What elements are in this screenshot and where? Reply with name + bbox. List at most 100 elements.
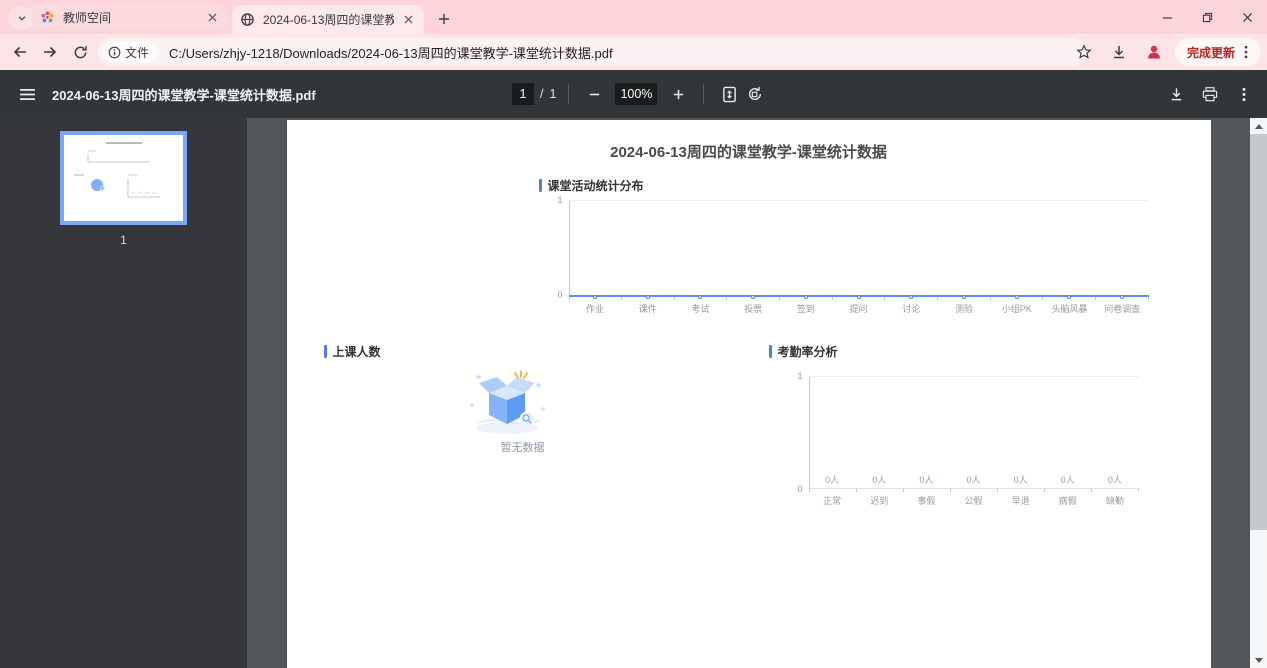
forward-button[interactable] bbox=[36, 38, 64, 66]
zoom-level-input[interactable]: 100% bbox=[615, 83, 657, 105]
section-marker-bar bbox=[324, 345, 327, 358]
browser-toolbar: 文件 C:/Users/zhjy-1218/Downloads/2024-06-… bbox=[0, 34, 1267, 70]
scroll-down-button[interactable] bbox=[1250, 652, 1267, 668]
x-axis-label: 测验 bbox=[938, 302, 991, 315]
x-axis-label: 公假 bbox=[950, 494, 997, 507]
scroll-up-button[interactable] bbox=[1250, 118, 1267, 134]
data-point-marker bbox=[569, 295, 622, 299]
axis-tick bbox=[1045, 488, 1092, 492]
forward-arrow-icon bbox=[42, 44, 58, 60]
close-icon[interactable] bbox=[400, 12, 416, 28]
x-axis-label: 迟到 bbox=[856, 494, 903, 507]
attendance-chart: 1 0 0人0人0人0人0人0人0人 正常迟到事假公假早退病假缺勤 bbox=[779, 367, 1143, 515]
data-point-marker bbox=[832, 295, 885, 299]
activity-plot-area: 作业课件考试投票签到提问讨论测验小组PK头脑风暴问卷调查 bbox=[569, 200, 1149, 297]
back-button[interactable] bbox=[6, 38, 34, 66]
x-axis-label: 投票 bbox=[727, 302, 780, 315]
restore-button[interactable] bbox=[1187, 0, 1227, 34]
finish-update-label: 完成更新 bbox=[1187, 44, 1235, 61]
zoom-in-button[interactable] bbox=[665, 81, 691, 107]
pdf-more-options-button[interactable] bbox=[1231, 81, 1257, 107]
pdf-download-button[interactable] bbox=[1163, 81, 1189, 107]
pdf-right-actions bbox=[1163, 70, 1257, 118]
bar-value-label: 0人 bbox=[1091, 473, 1138, 486]
section-attendance-analysis: 考勤率分析 bbox=[769, 343, 838, 360]
pdf-menu-button[interactable] bbox=[15, 82, 39, 106]
bar-value-label: 0人 bbox=[997, 473, 1044, 486]
toolbar-right-actions: 完成更新 bbox=[1070, 38, 1267, 66]
scrollbar-thumb[interactable] bbox=[1250, 134, 1267, 530]
data-point-marker bbox=[990, 295, 1043, 299]
thumbnail-page-number: 1 bbox=[60, 233, 187, 247]
axis-tick bbox=[904, 488, 951, 492]
profile-avatar-button[interactable] bbox=[1140, 38, 1168, 66]
zoom-out-button[interactable] bbox=[581, 81, 607, 107]
file-scheme-chip[interactable]: 文件 bbox=[102, 41, 159, 63]
activity-markers bbox=[569, 295, 1149, 299]
back-arrow-icon bbox=[12, 44, 28, 60]
data-point-marker bbox=[779, 295, 832, 299]
data-point-marker bbox=[938, 295, 991, 299]
minimize-icon bbox=[1162, 12, 1173, 23]
globe-favicon-icon bbox=[240, 12, 255, 27]
x-axis-label: 考试 bbox=[674, 302, 727, 315]
page-total: 1 bbox=[549, 87, 556, 101]
pdf-viewer-canvas: 2024-06-13周四的课堂教学-课堂统计数据 课堂活动统计分布 1 0 作业… bbox=[247, 118, 1250, 668]
bar-value-label: 0人 bbox=[903, 473, 950, 486]
data-point-marker bbox=[1096, 295, 1149, 299]
bar-value-label: 0人 bbox=[809, 473, 856, 486]
empty-state-text: 暂无数据 bbox=[463, 439, 583, 455]
x-axis-label: 缺勤 bbox=[1091, 494, 1138, 507]
url-text: C:/Users/zhjy-1218/Downloads/2024-06-13周… bbox=[169, 43, 613, 62]
axis-tick bbox=[857, 488, 904, 492]
window-controls bbox=[1147, 0, 1267, 34]
reload-button[interactable] bbox=[66, 38, 94, 66]
bar-value-label: 0人 bbox=[1044, 473, 1091, 486]
page-separator: / bbox=[540, 87, 543, 101]
close-window-button[interactable] bbox=[1227, 0, 1267, 34]
activity-chart: 1 0 作业课件考试投票签到提问讨论测验小组PK头脑风暴问卷调查 bbox=[539, 195, 1153, 325]
minimize-button[interactable] bbox=[1147, 0, 1187, 34]
attendance-plot-area: 0人0人0人0人0人0人0人 正常迟到事假公假早退病假缺勤 bbox=[809, 376, 1139, 489]
pdf-page: 2024-06-13周四的课堂教学-课堂统计数据 课堂活动统计分布 1 0 作业… bbox=[287, 120, 1211, 668]
document-title: 2024-06-13周四的课堂教学-课堂统计数据 bbox=[287, 141, 1211, 162]
address-bar[interactable]: 文件 C:/Users/zhjy-1218/Downloads/2024-06-… bbox=[98, 38, 1086, 66]
attendance-ticks bbox=[809, 488, 1139, 492]
pdf-toolbar: 2024-06-13周四的课堂教学-课堂统计数据.pdf 1 / 1 100% bbox=[0, 70, 1267, 118]
data-point-marker bbox=[727, 295, 780, 299]
x-axis-label: 作业 bbox=[569, 302, 622, 315]
divider bbox=[703, 84, 704, 104]
axis-tick bbox=[998, 488, 1045, 492]
section-class-count: 上课人数 bbox=[324, 343, 381, 360]
downloads-button[interactable] bbox=[1105, 38, 1133, 66]
page-number-input[interactable]: 1 bbox=[512, 83, 534, 105]
empty-state: 暂无数据 bbox=[463, 370, 583, 455]
page-thumbnail[interactable]: 1 bbox=[60, 131, 187, 247]
bar-value-label: 0人 bbox=[950, 473, 997, 486]
pdf-filename: 2024-06-13周四的课堂教学-课堂统计数据.pdf bbox=[52, 70, 316, 118]
browser-menu-button[interactable] bbox=[1235, 41, 1257, 63]
arrow-up-icon bbox=[1255, 124, 1263, 129]
new-tab-button[interactable] bbox=[432, 7, 456, 31]
bookmark-star-button[interactable] bbox=[1070, 38, 1098, 66]
x-axis-label: 课件 bbox=[621, 302, 674, 315]
data-point-marker bbox=[674, 295, 727, 299]
x-axis-label: 头脑风暴 bbox=[1043, 302, 1096, 315]
fit-page-button[interactable] bbox=[716, 81, 742, 107]
tab-teacher-space[interactable]: 教师空间 bbox=[32, 4, 228, 30]
x-axis-label: 提问 bbox=[832, 302, 885, 315]
tab-pdf-document[interactable]: 2024-06-13周四的课堂教学-课 bbox=[232, 5, 424, 34]
activity-x-labels: 作业课件考试投票签到提问讨论测验小组PK头脑风暴问卷调查 bbox=[569, 302, 1149, 315]
rotate-icon[interactable] bbox=[742, 81, 768, 107]
section-title: 课堂活动统计分布 bbox=[548, 177, 644, 194]
print-icon[interactable] bbox=[1197, 81, 1223, 107]
tab-label: 教师空间 bbox=[63, 9, 198, 26]
vertical-scrollbar[interactable] bbox=[1250, 118, 1267, 668]
bar-value-label: 0人 bbox=[856, 473, 903, 486]
hamburger-menu-icon bbox=[19, 88, 36, 101]
finish-update-button[interactable]: 完成更新 bbox=[1175, 38, 1261, 66]
pdf-content-area: 1 2024-06-13周四的课堂教学-课堂统计数据 课堂活动统计分布 1 0 bbox=[0, 118, 1267, 668]
tab-strip: 教师空间 2024-06-13周四的课堂教学-课 bbox=[0, 0, 1267, 34]
chevron-down-icon bbox=[17, 13, 27, 23]
close-icon[interactable] bbox=[204, 9, 220, 25]
